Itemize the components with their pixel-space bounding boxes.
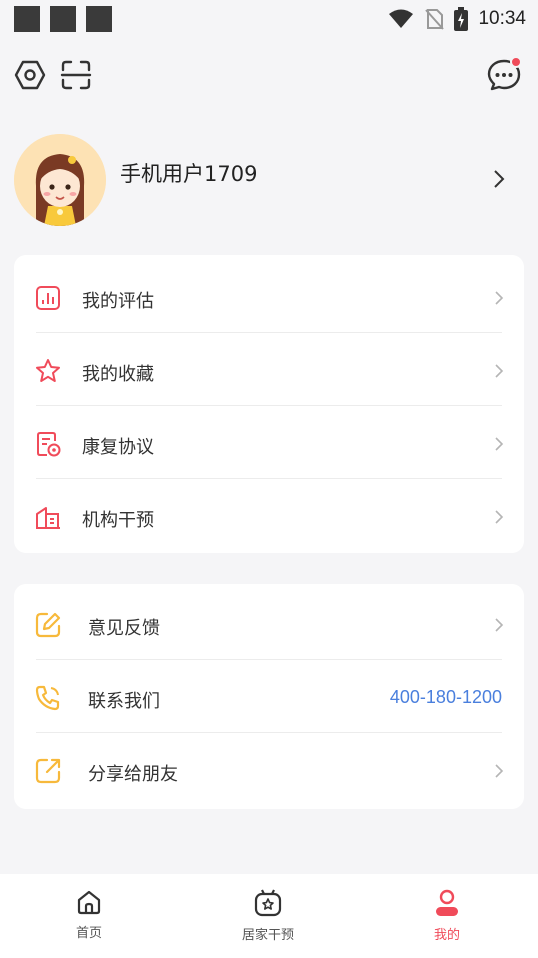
tab-home-care[interactable]: 居家干预 [208, 888, 328, 943]
notification-icon [50, 6, 76, 32]
username: 手机用户1709 [120, 162, 258, 186]
share-icon [35, 758, 61, 784]
menu-item-assessment[interactable]: 我的评估 [14, 260, 524, 333]
menu-item-label: 分享给朋友 [88, 764, 178, 785]
tab-home[interactable]: 首页 [29, 888, 149, 941]
menu-card-secondary: 意见反馈 联系我们 400-180-1200 分享给朋友 [14, 584, 524, 809]
star-icon [36, 359, 60, 382]
menu-item-rehab-agreement[interactable]: 康复协议 [14, 406, 524, 479]
unread-badge [510, 56, 522, 68]
tab-label: 首页 [75, 926, 102, 941]
menu-item-label: 康复协议 [82, 437, 154, 458]
document-badge-icon [37, 432, 61, 457]
chevron-right-icon [495, 364, 504, 378]
notification-icon [14, 6, 40, 32]
tab-label: 居家干预 [241, 928, 294, 943]
status-time: 10:34 [478, 8, 526, 29]
scan-icon[interactable] [60, 60, 92, 94]
menu-item-contact-us[interactable]: 联系我们 400-180-1200 [14, 660, 524, 733]
menu-item-share[interactable]: 分享给朋友 [14, 733, 524, 806]
bottom-nav: 首页 居家干预 我的 [0, 874, 538, 958]
menu-item-label: 意见反馈 [88, 618, 160, 639]
phone-icon [35, 685, 60, 711]
tab-mine[interactable]: 我的 [387, 888, 507, 943]
menu-item-institution-intervention[interactable]: 机构干预 [14, 479, 524, 552]
contact-phone-number[interactable]: 400-180-1200 [390, 687, 502, 708]
chevron-right-icon [494, 170, 505, 188]
chevron-right-icon [495, 764, 504, 778]
home-care-icon [254, 889, 282, 917]
notification-icon [86, 6, 112, 32]
settings-icon[interactable] [14, 60, 46, 94]
chevron-right-icon [495, 291, 504, 305]
no-sim-icon [425, 9, 445, 30]
assessment-chart-icon [36, 286, 60, 310]
battery-charging-icon [454, 7, 469, 31]
profile-screen: 10:34 手机用户1709 我的评估 我的收藏 康复协议 机构干预 意见反馈 … [0, 0, 538, 958]
menu-item-label: 我的收藏 [82, 364, 154, 385]
menu-card-primary: 我的评估 我的收藏 康复协议 机构干预 [14, 255, 524, 553]
building-icon [36, 507, 60, 529]
profile-header[interactable]: 手机用户1709 [14, 134, 524, 228]
chevron-right-icon [495, 510, 504, 524]
user-icon [436, 889, 458, 916]
menu-item-label: 联系我们 [88, 691, 160, 712]
menu-item-favorites[interactable]: 我的收藏 [14, 333, 524, 406]
tab-label: 我的 [433, 928, 460, 943]
menu-item-label: 我的评估 [82, 291, 154, 312]
wifi-icon [389, 9, 414, 28]
chevron-right-icon [495, 437, 504, 451]
status-bar: 10:34 [0, 0, 538, 38]
edit-feedback-icon [35, 612, 61, 638]
avatar[interactable] [14, 134, 106, 226]
chevron-right-icon [495, 618, 504, 632]
menu-item-feedback[interactable]: 意见反馈 [14, 587, 524, 660]
home-icon [77, 890, 101, 915]
menu-item-label: 机构干预 [82, 510, 154, 531]
